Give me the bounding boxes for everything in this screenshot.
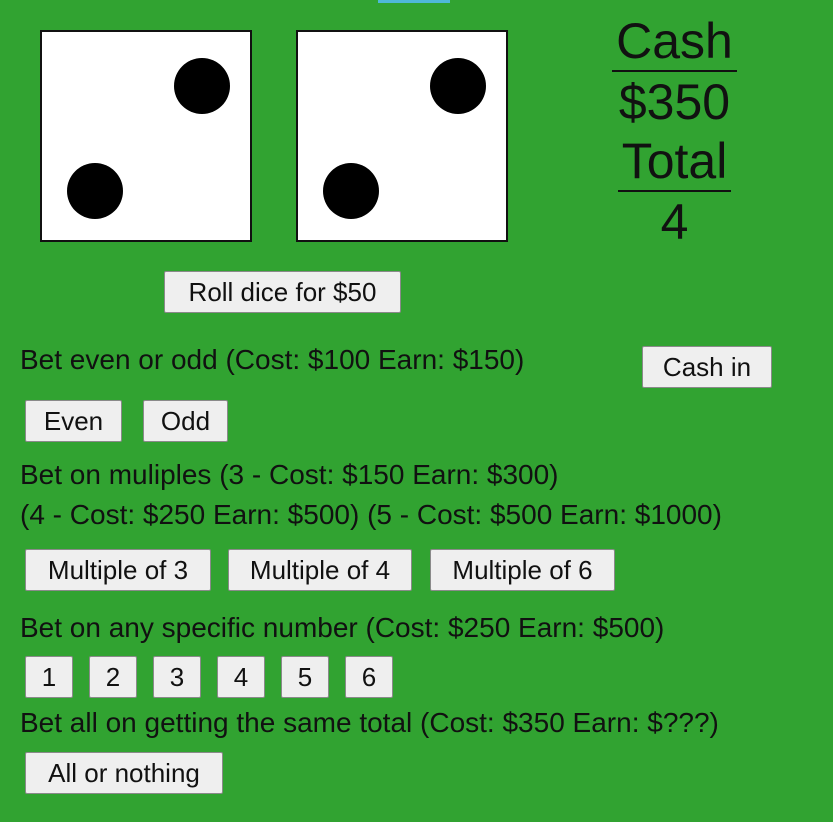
all-or-nothing-heading: Bet all on getting the same total (Cost:… <box>20 707 719 738</box>
odd-button[interactable]: Odd <box>143 400 228 442</box>
number-6-button[interactable]: 6 <box>345 656 393 698</box>
stats-panel: Cash $350 Total 4 <box>602 12 747 252</box>
multiple-of-6-button[interactable]: Multiple of 6 <box>430 549 615 591</box>
top-tab-indicator <box>378 0 450 3</box>
multiples-heading-line1: Bet on muliples (3 - Cost: $150 Earn: $3… <box>20 459 559 490</box>
multiples-heading-line2: (4 - Cost: $250 Earn: $500) (5 - Cost: $… <box>20 499 722 530</box>
die-pip <box>430 58 486 114</box>
number-3-button[interactable]: 3 <box>153 656 201 698</box>
cash-value: $350 <box>618 74 731 130</box>
multiple-of-3-button[interactable]: Multiple of 3 <box>25 549 211 591</box>
total-value: 4 <box>660 194 689 250</box>
even-button[interactable]: Even <box>25 400 122 442</box>
cash-label: Cash <box>612 12 737 72</box>
die-2 <box>296 30 508 242</box>
even-odd-heading: Bet even or odd (Cost: $100 Earn: $150) <box>20 344 525 375</box>
number-5-button[interactable]: 5 <box>281 656 329 698</box>
die-pip <box>174 58 230 114</box>
number-1-button[interactable]: 1 <box>25 656 73 698</box>
die-pip <box>323 163 379 219</box>
die-pip <box>67 163 123 219</box>
total-label: Total <box>617 132 732 192</box>
number-4-button[interactable]: 4 <box>217 656 265 698</box>
specific-number-heading: Bet on any specific number (Cost: $250 E… <box>20 612 665 643</box>
cash-in-button[interactable]: Cash in <box>642 346 772 388</box>
all-or-nothing-button[interactable]: All or nothing <box>25 752 223 794</box>
die-1 <box>40 30 252 242</box>
multiple-of-4-button[interactable]: Multiple of 4 <box>228 549 412 591</box>
number-2-button[interactable]: 2 <box>89 656 137 698</box>
roll-dice-button[interactable]: Roll dice for $50 <box>164 271 401 313</box>
